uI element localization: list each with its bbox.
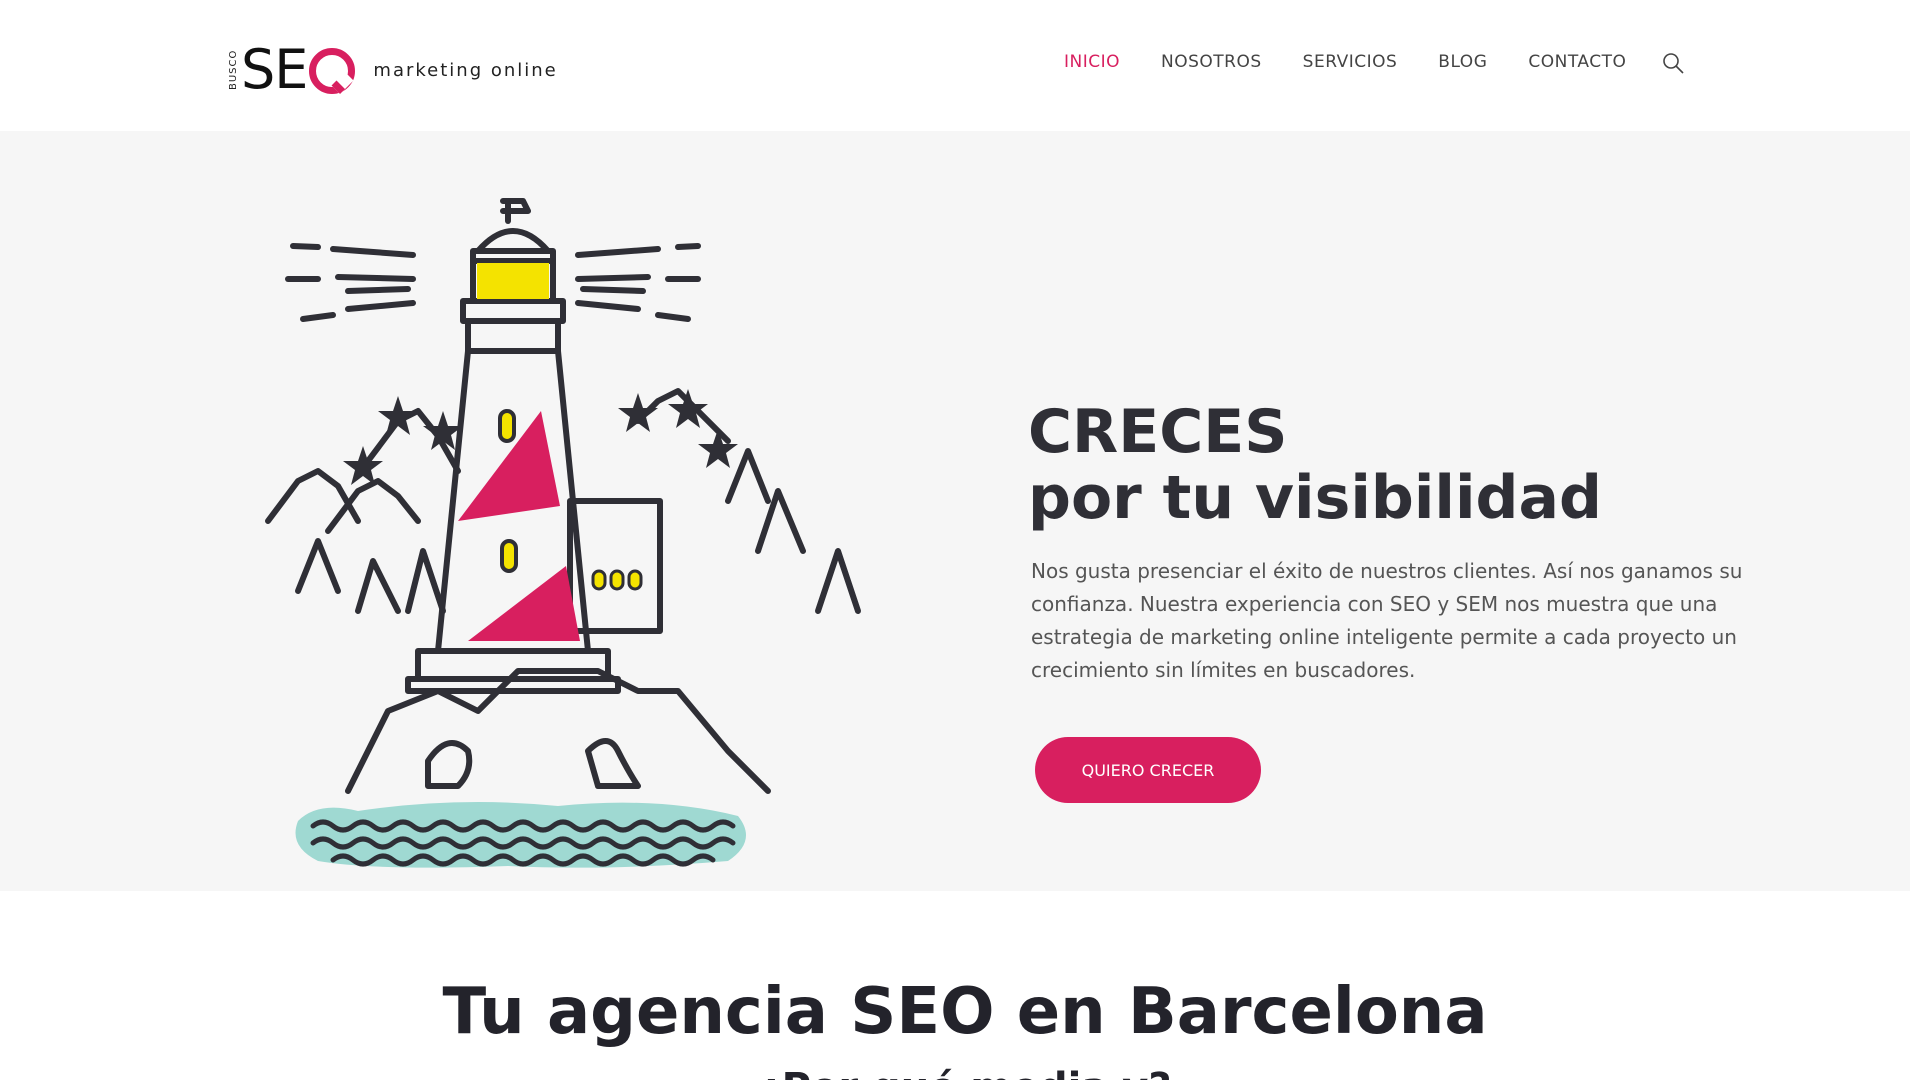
section-title: Tu agencia SEO en Barcelona: [442, 975, 1488, 1049]
quiero-crecer-button[interactable]: QUIERO CRECER: [1035, 737, 1261, 803]
section-subtitle: ¿Por qué media y?: [0, 1065, 1920, 1080]
logo-o-icon: [309, 48, 356, 94]
logo-busco: BUSCO: [228, 49, 239, 91]
hero-title-line1: CRECES: [1028, 397, 1288, 467]
nav-item-nosotros[interactable]: NOSOTROS: [1161, 52, 1262, 72]
logo-seo: SE: [241, 38, 356, 101]
hero-section: CRECES por tu visibilidad Nos gusta pres…: [0, 131, 1910, 891]
site-header: BUSCO SE marketing online INICIO NOSOTRO…: [0, 0, 1920, 131]
nav-item-blog[interactable]: BLOG: [1438, 52, 1487, 72]
lighthouse-illustration: [265, 198, 861, 868]
search-button[interactable]: [1662, 52, 1684, 74]
search-icon: [1663, 53, 1684, 74]
logo-seo-letters: SE: [241, 38, 308, 101]
hero-description: Nos gusta presenciar el éxito de nuestro…: [1031, 559, 1743, 682]
hero-title-line2: por tu visibilidad: [1028, 463, 1602, 533]
logo-tagline: marketing online: [373, 59, 558, 81]
main-nav: INICIO NOSOTROS SERVICIOS BLOG CONTACTO: [1064, 52, 1667, 72]
hero-title: CRECES por tu visibilidad: [1028, 399, 1602, 531]
nav-item-contacto[interactable]: CONTACTO: [1528, 52, 1626, 72]
nav-item-servicios[interactable]: SERVICIOS: [1303, 52, 1398, 72]
logo[interactable]: BUSCO SE marketing online: [228, 38, 558, 101]
nav-item-inicio[interactable]: INICIO: [1064, 52, 1120, 72]
